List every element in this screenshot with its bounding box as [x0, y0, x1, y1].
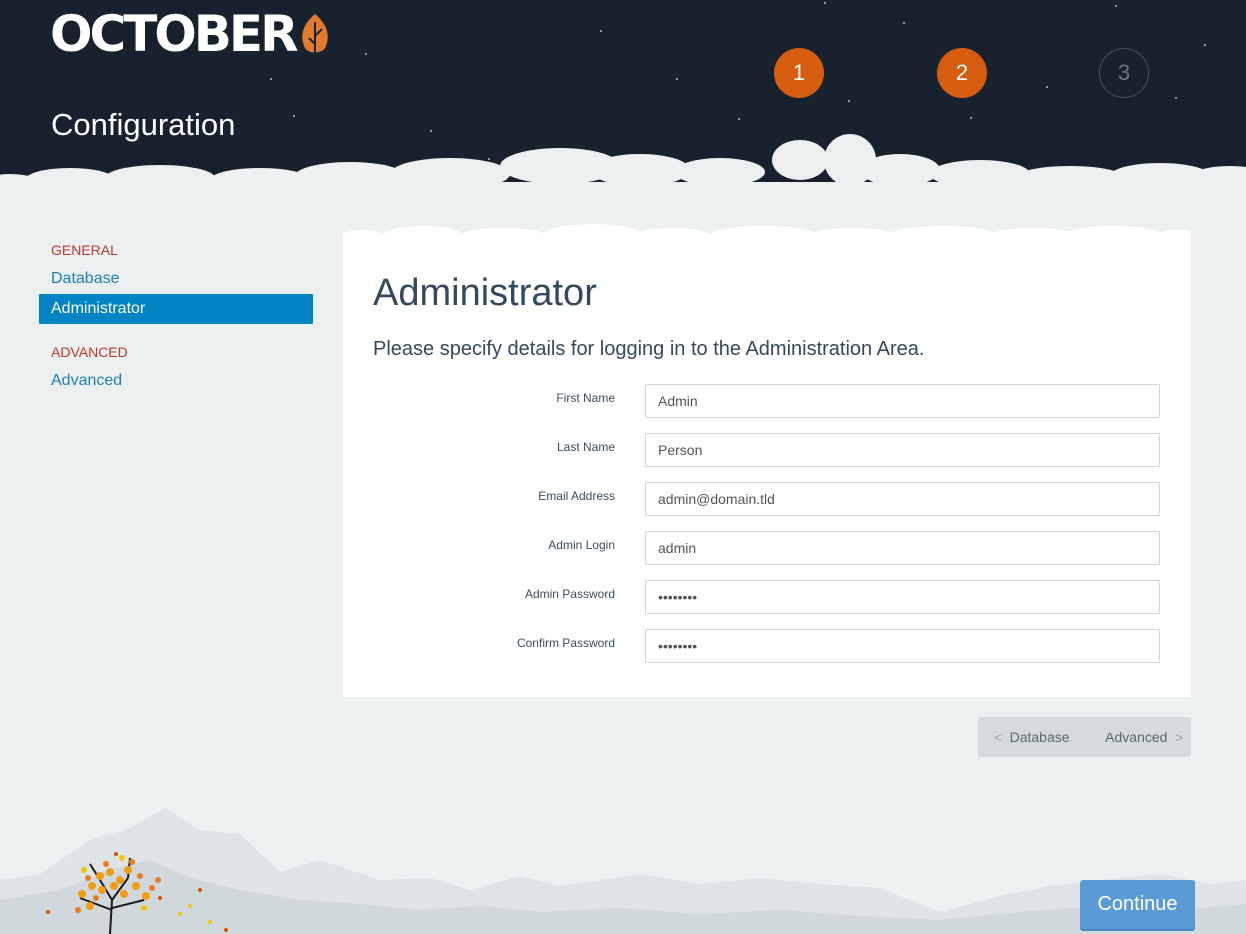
form-row-last-name: Last Name: [343, 432, 1191, 468]
admin-form-panel: Administrator Please specify details for…: [343, 224, 1191, 697]
email-address-input[interactable]: [645, 482, 1160, 516]
step-3-indicator: 3: [1099, 48, 1149, 98]
october-logo[interactable]: OCTOBER: [50, 6, 332, 62]
sidebar-item-administrator[interactable]: Administrator: [39, 294, 313, 324]
last-name-label: Last Name: [556, 440, 615, 454]
logo-text: OCTOBER: [50, 5, 299, 63]
sidebar-section-advanced: ADVANCED: [51, 344, 128, 360]
admin-login-label: Admin Login: [548, 538, 615, 552]
form-row-email: Email Address: [343, 481, 1191, 517]
header: OCTOBER Configuration 1 2 3: [0, 0, 1246, 200]
sidebar-section-general: GENERAL: [51, 242, 118, 258]
form-title: Administrator: [373, 272, 597, 314]
admin-password-input[interactable]: [645, 580, 1160, 614]
email-address-label: Email Address: [538, 489, 615, 503]
admin-password-label: Admin Password: [524, 587, 615, 601]
chevron-left-icon: <: [994, 729, 1002, 745]
previous-section-link[interactable]: < Database: [986, 729, 1070, 745]
sidebar-item-advanced[interactable]: Advanced: [39, 366, 313, 396]
confirm-password-input[interactable]: [645, 629, 1160, 663]
next-section-link[interactable]: Advanced >: [1105, 729, 1183, 745]
first-name-label: First Name: [556, 391, 615, 405]
form-description: Please specify details for logging in to…: [373, 338, 925, 360]
clouds-decoration: [0, 134, 1246, 200]
sidebar-item-database[interactable]: Database: [39, 264, 313, 294]
last-name-input[interactable]: [645, 433, 1160, 467]
sidebar: GENERAL Database Administrator ADVANCED …: [39, 236, 313, 396]
form-row-first-name: First Name: [343, 383, 1191, 419]
leaf-icon: [301, 14, 328, 56]
chevron-right-icon: >: [1175, 729, 1183, 745]
form-row-admin-password: Admin Password: [343, 579, 1191, 615]
first-name-input[interactable]: [645, 384, 1160, 418]
step-2-indicator: 2: [937, 48, 987, 98]
continue-button[interactable]: Continue: [1080, 880, 1195, 929]
autumn-tree-decoration: [46, 852, 228, 934]
confirm-password-label: Confirm Password: [516, 636, 615, 650]
panel-cloud-edge: [343, 224, 1191, 248]
previous-section-label: Database: [1009, 729, 1070, 745]
form-row-admin-login: Admin Login: [343, 530, 1191, 566]
step-1-indicator: 1: [774, 48, 824, 98]
section-pager: < Database Advanced >: [978, 717, 1191, 757]
next-section-label: Advanced: [1105, 729, 1168, 745]
form-row-confirm-password: Confirm Password: [343, 628, 1191, 664]
admin-login-input[interactable]: [645, 531, 1160, 565]
